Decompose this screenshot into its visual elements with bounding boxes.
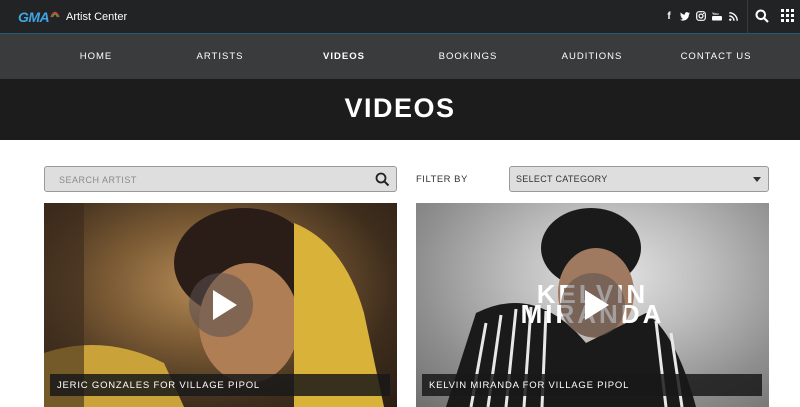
svg-text:You: You	[712, 12, 719, 16]
search-artist-input[interactable]	[59, 173, 359, 187]
play-button[interactable]	[560, 273, 625, 337]
main-nav: HOME ARTISTS VIDEOS BOOKINGS AUDITIONS C…	[0, 33, 800, 79]
site-name[interactable]: Artist Center	[66, 11, 127, 23]
top-bar: GMA Artist Center f You	[0, 0, 800, 33]
category-select-value: SELECT CATEGORY	[516, 174, 608, 184]
nav-item-artists[interactable]: ARTISTS	[197, 51, 244, 62]
social-links: f You	[664, 9, 738, 23]
video-title[interactable]: KELVIN MIRANDA FOR VILLAGE PIPOL	[429, 380, 629, 391]
search-icon[interactable]	[375, 172, 390, 187]
youtube-icon[interactable]: You	[712, 9, 722, 23]
video-title[interactable]: JERIC GONZALES FOR VILLAGE PIPOL	[57, 380, 260, 391]
category-select[interactable]: SELECT CATEGORY	[509, 166, 769, 192]
search-artist-box	[44, 166, 397, 192]
chevron-down-icon	[753, 177, 761, 182]
nav-item-contact-us[interactable]: CONTACT US	[681, 51, 752, 62]
video-card[interactable]: JERIC GONZALES FOR VILLAGE PIPOL	[44, 203, 397, 407]
logo-text: GMA	[18, 9, 50, 25]
instagram-icon[interactable]	[696, 9, 706, 23]
gma-logo[interactable]: GMA	[18, 6, 60, 28]
nav-item-home[interactable]: HOME	[80, 51, 113, 62]
page-header-banner: VIDEOS	[0, 79, 800, 140]
twitter-icon[interactable]	[680, 9, 690, 23]
facebook-icon[interactable]: f	[664, 9, 674, 23]
nav-item-videos[interactable]: VIDEOS	[323, 51, 365, 62]
play-button[interactable]	[188, 273, 253, 337]
video-caption: JERIC GONZALES FOR VILLAGE PIPOL	[50, 374, 390, 396]
rainbow-mark-icon	[50, 11, 60, 18]
search-icon[interactable]	[755, 9, 769, 23]
video-caption: KELVIN MIRANDA FOR VILLAGE PIPOL	[422, 374, 762, 396]
rss-icon[interactable]	[728, 9, 738, 23]
nav-item-auditions[interactable]: AUDITIONS	[562, 51, 623, 62]
topbar-divider	[747, 0, 748, 33]
apps-grid-icon[interactable]	[781, 9, 794, 22]
video-card[interactable]: KELVIN MIRANDA KELVIN MIRANDA FOR VILLAG…	[416, 203, 769, 407]
page-title: VIDEOS	[344, 93, 456, 123]
nav-item-bookings[interactable]: BOOKINGS	[439, 51, 498, 62]
filter-by-label: FILTER BY	[416, 174, 468, 185]
